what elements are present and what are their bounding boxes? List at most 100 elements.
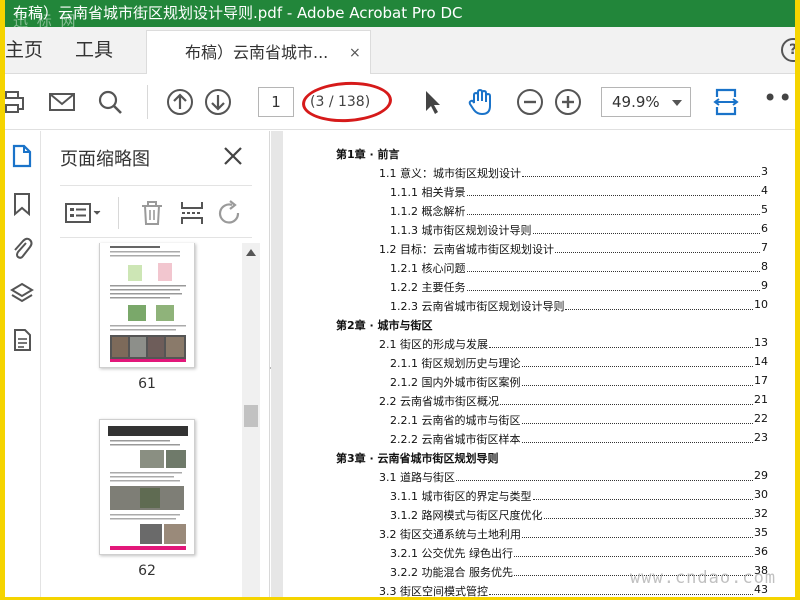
attachment-icon[interactable] <box>9 235 35 261</box>
toc-leader-dots <box>500 393 753 405</box>
rotate-icon[interactable] <box>216 199 244 227</box>
toc-entry[interactable]: 1.2.1 核心问题 8 <box>336 257 768 276</box>
hand-tool-icon[interactable] <box>465 87 495 117</box>
help-button[interactable]: ? <box>781 38 795 62</box>
toc-label: 3.1.1 城市街区的界定与类型 <box>390 488 533 504</box>
zoom-out-icon[interactable] <box>515 87 545 117</box>
more-options-button[interactable]: ••• <box>763 86 795 117</box>
toc-label: 3.3 街区空间模式管控 <box>379 583 489 597</box>
toc-label: 2.2 云南省城市街区概况 <box>379 393 500 409</box>
toc-entry[interactable]: 2.1.1 街区规划历史与理论 14 <box>336 352 768 371</box>
search-icon[interactable] <box>95 87 125 117</box>
toc-leader-dots <box>467 279 760 291</box>
toc-page-number: 6 <box>761 222 768 235</box>
toc-page-number: 8 <box>761 260 768 273</box>
toc-entry[interactable]: 2.2.2 云南省城市街区样本 23 <box>336 428 768 447</box>
zoom-select[interactable]: 49.9% <box>601 87 691 117</box>
toc-chapter[interactable]: 第3章 · 云南省城市街区规划导则 <box>336 447 768 466</box>
tab-tools[interactable]: 工具 <box>75 27 125 74</box>
toc-page-number: 17 <box>754 374 768 387</box>
tab-bar: 主页 工具 布稿）云南省城市... × ? <box>5 27 795 74</box>
table-of-contents: 第1章 · 前言 1.1 意义：城市街区规划设计 3 1.1.1 相关背景 4 1.1.2… <box>336 143 768 597</box>
toc-entry[interactable]: 3.2.1 公交优先 绿色出行 36 <box>336 542 768 561</box>
scrollbar-thumb[interactable] <box>244 405 258 427</box>
toc-entry[interactable]: 2.1.2 国内外城市街区案例 17 <box>336 371 768 390</box>
close-icon[interactable] <box>222 145 244 167</box>
print-icon[interactable] <box>5 87 27 117</box>
fit-width-icon[interactable] <box>711 87 741 117</box>
toc-chapter[interactable]: 第1章 · 前言 <box>336 143 768 162</box>
toc-entry[interactable]: 3.2 街区交通系统与土地利用 35 <box>336 523 768 542</box>
select-cursor-icon[interactable] <box>417 87 447 117</box>
scroll-up-icon[interactable] <box>246 249 256 256</box>
toc-entry[interactable]: 1.1.3 城市街区规划设计导则 6 <box>336 219 768 238</box>
toc-page-number: 10 <box>754 298 768 311</box>
toc-label: 1.1.2 概念解析 <box>390 203 467 219</box>
toc-leader-dots <box>467 203 760 215</box>
toc-entry[interactable]: 3.1.2 路网模式与街区尺度优化 32 <box>336 504 768 523</box>
toc-leader-dots <box>533 488 753 500</box>
toc-page-number: 13 <box>754 336 768 349</box>
email-icon[interactable] <box>47 87 77 117</box>
toc-leader-dots <box>467 260 760 272</box>
page-number-input[interactable]: 1 <box>258 87 294 117</box>
toc-leader-dots <box>456 469 753 481</box>
previous-page-icon[interactable] <box>165 87 195 117</box>
tab-close-button[interactable]: × <box>349 31 361 75</box>
toc-leader-dots <box>522 412 753 424</box>
panel-toolbar <box>60 191 260 235</box>
toc-label: 2.2.1 云南省的城市与街区 <box>390 412 522 428</box>
toc-entry[interactable]: 1.1 意义：城市街区规划设计 3 <box>336 162 768 181</box>
page-thumbnail-62[interactable] <box>99 419 195 555</box>
panel-divider <box>60 237 252 238</box>
toc-page-number: 32 <box>754 507 768 520</box>
main-toolbar: 1 (3 / 138) 49.9% ••• <box>5 75 795 130</box>
toc-leader-dots <box>522 431 753 443</box>
document-properties-icon[interactable] <box>9 327 35 353</box>
toc-page-number: 3 <box>761 165 768 178</box>
page-thumbnails-icon[interactable] <box>9 143 35 169</box>
next-page-icon[interactable] <box>203 87 233 117</box>
toc-entry[interactable]: 1.2.3 云南省城市街区规划设计导则 10 <box>336 295 768 314</box>
thumbnails-panel: 页面缩略图 61 62 <box>42 131 277 597</box>
toc-page-number: 29 <box>754 469 768 482</box>
thumbnail-page-number: 62 <box>138 563 156 579</box>
toc-entry[interactable]: 2.2.1 云南省的城市与街区 22 <box>336 409 768 428</box>
thumbnail-options-icon[interactable] <box>64 199 102 227</box>
panel-divider <box>60 185 252 186</box>
left-rail <box>5 131 41 597</box>
toc-entry[interactable]: 3.1 道路与街区 29 <box>336 466 768 485</box>
toc-entry[interactable]: 1.2 目标：云南省城市街区规划设计 7 <box>336 238 768 257</box>
insert-page-icon[interactable] <box>178 199 206 227</box>
toc-label: 1.1.3 城市街区规划设计导则 <box>390 222 533 238</box>
toc-page-number: 22 <box>754 412 768 425</box>
toc-leader-dots <box>522 526 753 538</box>
toc-page-number: 4 <box>761 184 768 197</box>
toc-entry[interactable]: 1.1.1 相关背景 4 <box>336 181 768 200</box>
delete-icon[interactable] <box>138 199 166 227</box>
tab-home[interactable]: 主页 <box>5 27 55 74</box>
toc-leader-dots <box>522 355 753 367</box>
layers-icon[interactable] <box>9 281 35 307</box>
toc-label: 1.2.3 云南省城市街区规划设计导则 <box>390 298 566 314</box>
bookmark-icon[interactable] <box>9 191 35 217</box>
tab-document[interactable]: 布稿）云南省城市... × <box>146 30 371 74</box>
toc-label: 1.2.2 主要任务 <box>390 279 467 295</box>
toc-entry[interactable]: 1.1.2 概念解析 5 <box>336 200 768 219</box>
toc-leader-dots <box>533 222 760 234</box>
toc-chapter[interactable]: 第2章 · 城市与街区 <box>336 314 768 333</box>
toc-label: 3.2 街区交通系统与土地利用 <box>379 526 522 542</box>
toc-label: 第2章 · 城市与街区 <box>336 317 434 333</box>
zoom-in-icon[interactable] <box>553 87 583 117</box>
toc-label: 3.1 道路与街区 <box>379 469 456 485</box>
page-thumbnail-61[interactable] <box>99 243 195 368</box>
toc-entry[interactable]: 1.2.2 主要任务 9 <box>336 276 768 295</box>
toc-entry[interactable]: 3.1.1 城市街区的界定与类型 30 <box>336 485 768 504</box>
toc-entry[interactable]: 2.2 云南省城市街区概况 21 <box>336 390 768 409</box>
panel-title: 页面缩略图 <box>60 149 150 170</box>
toc-entry[interactable]: 2.1 街区的形成与发展 13 <box>336 333 768 352</box>
document-viewport[interactable]: 第1章 · 前言 1.1 意义：城市街区规划设计 3 1.1.1 相关背景 4 1.1.2… <box>271 131 795 597</box>
thumbnail-scrollbar[interactable] <box>242 243 260 597</box>
toc-page-number: 36 <box>754 545 768 558</box>
toc-leader-dots <box>544 507 753 519</box>
